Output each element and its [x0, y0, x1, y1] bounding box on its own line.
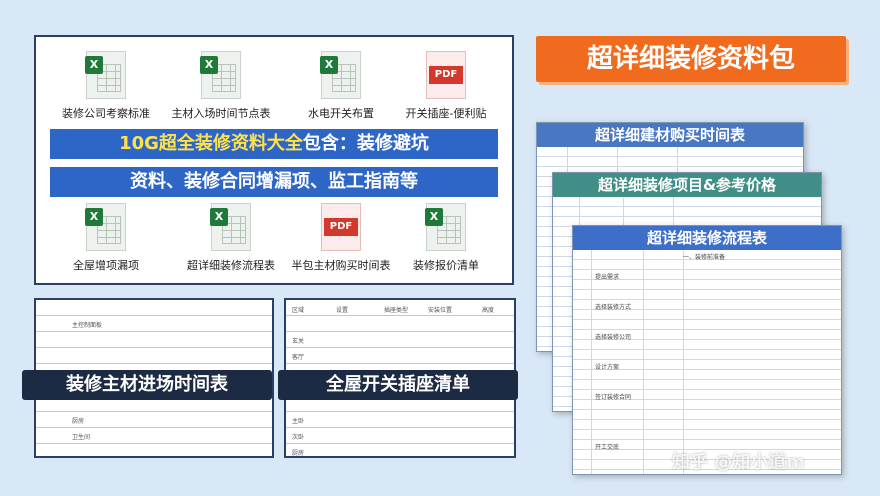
sheet-title: 超详细建材购买时间表	[537, 123, 803, 147]
pdf-icon: PDF	[426, 51, 466, 99]
headline-highlight: 10G超全装修资料大全	[119, 133, 303, 154]
file-label: 主材入场时间节点表	[171, 107, 271, 120]
excel-icon: X	[320, 51, 361, 99]
file-label: 装修报价清单	[413, 259, 479, 272]
table-cell: 主卧	[292, 418, 305, 425]
table-cell: 卫生间	[72, 434, 91, 441]
file-item[interactable]: PDF 半包主材购买时间表	[286, 203, 396, 273]
file-item[interactable]: X 主材入场时间节点表	[166, 51, 276, 121]
table-cell: 玄关	[292, 338, 305, 345]
row-text: 选择装修方式	[595, 304, 632, 311]
excel-icon: X	[85, 203, 126, 251]
excel-icon: X	[200, 51, 241, 99]
file-label: 开关插座-便利贴	[405, 107, 487, 120]
excel-icon: X	[425, 203, 466, 251]
headline-banner: 10G超全装修资料大全包含：装修避坑	[50, 129, 498, 159]
table-header: 安装位置	[428, 307, 453, 314]
file-item[interactable]: X 装修报价清单	[391, 203, 501, 273]
brand-title: 超详细装修资料包	[536, 36, 846, 82]
row-text: 签订装修合同	[595, 394, 632, 401]
ribbon-switch-sockets: 全屋开关插座清单	[278, 370, 518, 400]
table-cell: 主控制面板	[72, 322, 103, 329]
sheet-title: 超详细装修流程表	[573, 226, 841, 250]
table-cell: 厨房	[292, 450, 305, 457]
headline-banner-2: 资料、装修合同增漏项、监工指南等	[50, 167, 498, 197]
file-label: 半包主材购买时间表	[291, 259, 391, 272]
sheet-renovation-flow: 超详细装修流程表 一、装修前准备 提出需求 选择装修方式 选择装修公司 设计方案…	[572, 225, 842, 475]
file-label: 超详细装修流程表	[187, 259, 275, 272]
file-label: 水电开关布置	[308, 107, 374, 120]
excel-icon: X	[210, 203, 251, 251]
file-item[interactable]: X 水电开关布置	[286, 51, 396, 121]
file-item[interactable]: X 超详细装修流程表	[176, 203, 286, 273]
watermark: 知乎 @知小道m	[672, 452, 806, 473]
table-header: 插座类型	[384, 307, 409, 314]
table-cell: 客厅	[292, 354, 305, 361]
excel-icon: X	[85, 51, 126, 99]
row-text: 选择装修公司	[595, 334, 632, 341]
pdf-icon: PDF	[321, 203, 361, 251]
row-text: 设计方案	[595, 364, 620, 371]
table-header: 高度	[482, 307, 495, 314]
file-item[interactable]: X 全屋增项漏项	[51, 203, 161, 273]
file-label: 全屋增项漏项	[73, 259, 139, 272]
row-text: 提出需求	[595, 274, 620, 281]
table-header: 区域	[292, 307, 305, 314]
file-label: 装修公司考察标准	[62, 107, 150, 120]
file-preview-panel: X 装修公司考察标准 X 主材入场时间节点表 X 水电开关布置 PDF 开关插座…	[34, 35, 514, 285]
row-text: 一、装修前准备	[683, 254, 726, 261]
file-item[interactable]: PDF 开关插座-便利贴	[391, 51, 501, 121]
headline-text: 包含：装修避坑	[302, 133, 429, 154]
file-item[interactable]: X 装修公司考察标准	[51, 51, 161, 121]
sheet-title: 超详细装修项目&参考价格	[553, 173, 821, 197]
table-cell: 次卧	[292, 434, 305, 441]
table-cell: 厨房	[72, 418, 85, 425]
table-header: 设置	[336, 307, 349, 314]
ribbon-material-entry: 装修主材进场时间表	[22, 370, 272, 400]
row-text: 开工交底	[595, 444, 620, 451]
